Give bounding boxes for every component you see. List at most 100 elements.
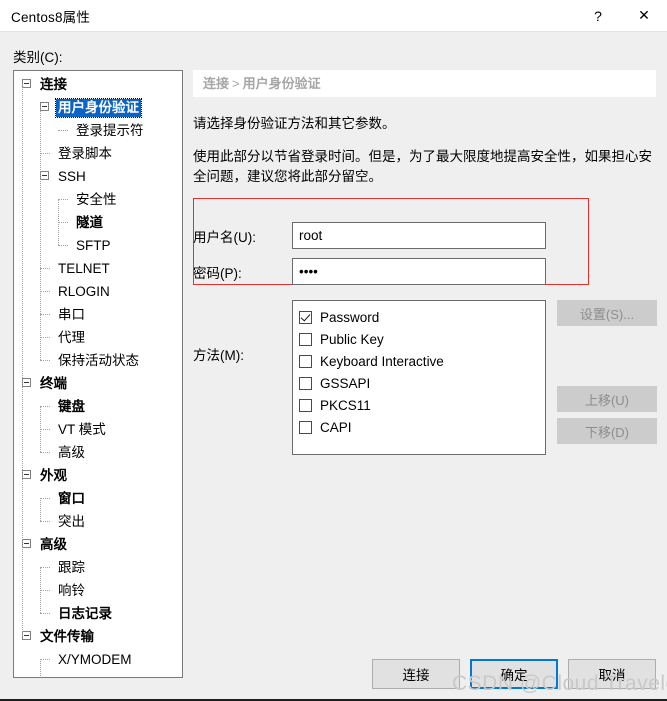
ok-button[interactable]: 确定 bbox=[470, 659, 558, 689]
method-settings-button[interactable]: 设置(S)... bbox=[557, 300, 657, 326]
tree-connector-line bbox=[40, 452, 50, 453]
breadcrumb: 连接 > 用户身份验证 bbox=[193, 70, 656, 97]
tree-item-label: 外观 bbox=[40, 468, 67, 484]
tree-connector-line bbox=[40, 268, 50, 269]
method-list-item[interactable]: CAPI bbox=[299, 416, 545, 438]
checkbox-checked-icon[interactable] bbox=[299, 310, 312, 324]
method-label: Password bbox=[320, 309, 380, 325]
title-bar: Centos8属性 ? ✕ bbox=[0, 0, 667, 31]
dialog-body: 类别(C): 连接 用户身份验证 登录提示符 登录脚本 SSH 安全性 隧道 SFTP TELN… bbox=[0, 31, 667, 701]
tree-expander-collapse-icon[interactable] bbox=[22, 79, 31, 88]
tree-item[interactable]: 终端 bbox=[14, 372, 182, 395]
tree-guide-line bbox=[40, 498, 41, 521]
username-label: 用户名(U): bbox=[193, 229, 256, 245]
category-tree[interactable]: 连接 用户身份验证 登录提示符 登录脚本 SSH 安全性 隧道 SFTP TELNET RLOGI… bbox=[13, 70, 183, 678]
tree-guide-line bbox=[22, 84, 23, 636]
method-list-item[interactable]: Keyboard Interactive bbox=[299, 350, 545, 372]
title-bar-buttons: ? ✕ bbox=[575, 0, 667, 31]
tree-item-label: 连接 bbox=[40, 77, 67, 93]
description-line-1: 请选择身份验证方法和其它参数。 bbox=[193, 116, 396, 131]
move-up-button[interactable]: 上移(U) bbox=[557, 386, 657, 412]
tree-connector-line bbox=[40, 429, 50, 430]
tree-item-label: TELNET bbox=[58, 261, 110, 277]
tree-connector-line bbox=[40, 498, 50, 499]
tree-item[interactable]: 连接 bbox=[14, 73, 182, 96]
tree-connector-line bbox=[40, 337, 50, 338]
tree-item[interactable]: 高级 bbox=[14, 533, 182, 556]
tree-item-label: 登录提示符 bbox=[76, 123, 144, 139]
window-title: Centos8属性 bbox=[11, 9, 91, 25]
tree-item-label: 代理 bbox=[58, 330, 85, 346]
tree-guide-line bbox=[40, 659, 41, 677]
category-label: 类别(C): bbox=[13, 50, 63, 65]
tree-item-label: 键盘 bbox=[58, 399, 85, 415]
tree-expander-collapse-icon[interactable] bbox=[22, 631, 31, 640]
method-list-item[interactable]: Public Key bbox=[299, 328, 545, 350]
tree-item[interactable]: 文件传输 bbox=[14, 625, 182, 648]
tree-connector-line bbox=[40, 314, 50, 315]
tree-guide-line bbox=[40, 567, 41, 613]
tree-expander-collapse-icon[interactable] bbox=[40, 171, 49, 180]
username-row: 用户名(U): bbox=[193, 222, 546, 249]
tree-item-label: 响铃 bbox=[58, 583, 85, 599]
tree-item-label: 突出 bbox=[58, 514, 85, 530]
tree-item-label: ZMODEM bbox=[56, 674, 120, 677]
tree-connector-line bbox=[58, 199, 68, 200]
tree-expander-collapse-icon[interactable] bbox=[22, 378, 31, 387]
tree-item-label: 高级 bbox=[58, 445, 85, 461]
tree-item-label: 终端 bbox=[40, 376, 67, 392]
password-label: 密码(P): bbox=[193, 265, 242, 281]
tree-item-label: 窗口 bbox=[58, 491, 85, 507]
checkbox-unchecked-icon[interactable] bbox=[299, 398, 312, 412]
help-icon[interactable]: ? bbox=[575, 0, 621, 31]
password-input[interactable] bbox=[292, 258, 546, 285]
method-list-item[interactable]: PKCS11 bbox=[299, 394, 545, 416]
method-list-item[interactable]: GSSAPI bbox=[299, 372, 545, 394]
tree-item-label: SSH bbox=[58, 169, 86, 185]
tree-item-label: 高级 bbox=[40, 537, 67, 553]
username-input[interactable] bbox=[292, 222, 546, 249]
tree-item-label: 安全性 bbox=[76, 192, 117, 208]
connect-button[interactable]: 连接 bbox=[372, 659, 460, 689]
tree-connector-line bbox=[40, 406, 50, 407]
cancel-button[interactable]: 取消 bbox=[568, 659, 656, 689]
checkbox-unchecked-icon[interactable] bbox=[299, 332, 312, 346]
settings-content-panel: 连接 > 用户身份验证 请选择身份验证方法和其它参数。 使用此部分以节省登录时间。但… bbox=[193, 70, 657, 646]
breadcrumb-separator: > bbox=[232, 76, 240, 91]
method-label: GSSAPI bbox=[320, 375, 371, 391]
tree-item-label: VT 模式 bbox=[58, 422, 106, 438]
tree-connector-line bbox=[40, 153, 50, 154]
tree-item-label: 文件传输 bbox=[40, 629, 94, 645]
methods-label: 方法(M): bbox=[193, 348, 244, 363]
tree-connector-line bbox=[40, 291, 50, 292]
description-line-2: 使用此部分以节省登录时间。但是，为了最大限度地提高安全性，如果担心安全问题，建议… bbox=[193, 149, 652, 184]
dialog-button-bar: 连接 确定 取消 bbox=[372, 659, 656, 689]
tree-item-label: 日志记录 bbox=[58, 606, 112, 622]
breadcrumb-current: 用户身份验证 bbox=[242, 76, 321, 91]
tree-item[interactable]: 外观 bbox=[14, 464, 182, 487]
tree-connector-line bbox=[58, 222, 68, 223]
tree-guide-line bbox=[40, 406, 41, 452]
methods-list[interactable]: Password Public Key Keyboard Interactive GS… bbox=[292, 300, 546, 455]
tree-expander-collapse-icon[interactable] bbox=[22, 470, 31, 479]
method-list-item[interactable]: Password bbox=[299, 306, 545, 328]
tree-item-label: 跟踪 bbox=[58, 560, 85, 576]
tree-guide-line bbox=[40, 107, 41, 360]
tree-connector-line bbox=[40, 659, 50, 660]
tree-item-label: 串口 bbox=[58, 307, 85, 323]
checkbox-unchecked-icon[interactable] bbox=[299, 354, 312, 368]
tree-item-label: SFTP bbox=[76, 238, 111, 254]
move-down-button[interactable]: 下移(D) bbox=[557, 418, 657, 444]
tree-connector-line bbox=[58, 130, 68, 131]
close-icon[interactable]: ✕ bbox=[621, 0, 667, 31]
tree-expander-collapse-icon[interactable] bbox=[40, 102, 49, 111]
checkbox-unchecked-icon[interactable] bbox=[299, 376, 312, 390]
tree-item-label: RLOGIN bbox=[58, 284, 110, 300]
method-label: Public Key bbox=[320, 331, 384, 347]
tree-expander-collapse-icon[interactable] bbox=[22, 539, 31, 548]
method-label: Keyboard Interactive bbox=[320, 353, 444, 369]
tree-item-label: 登录脚本 bbox=[58, 146, 112, 162]
checkbox-unchecked-icon[interactable] bbox=[299, 420, 312, 434]
tree-connector-line bbox=[40, 613, 50, 614]
tree-guide-line bbox=[58, 199, 59, 245]
